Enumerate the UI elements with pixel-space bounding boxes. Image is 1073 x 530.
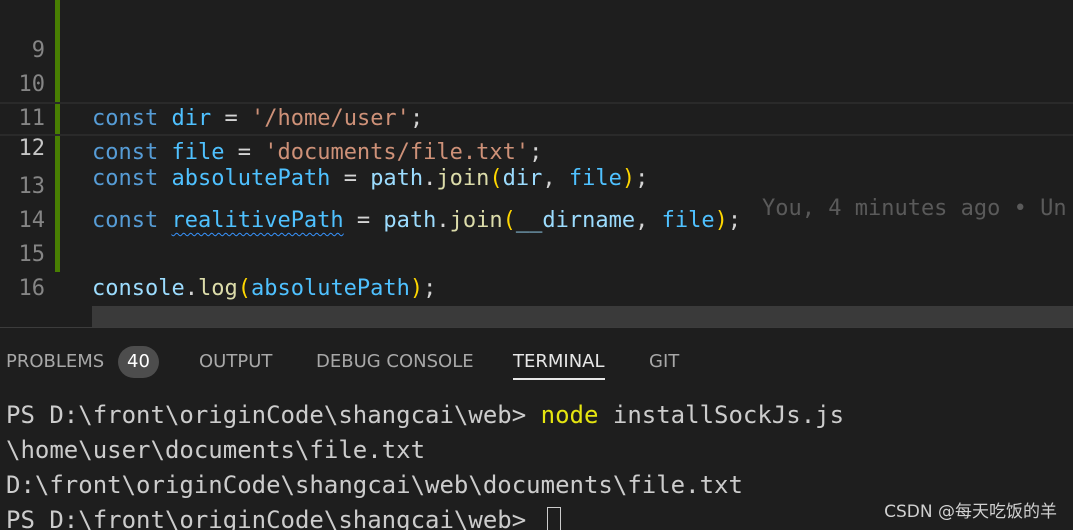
terminal-prompt: PS D:\front\originCode\shangcai\web> — [6, 401, 541, 429]
terminal-line: D:\front\originCode\shangcai\web\documen… — [6, 471, 743, 499]
horizontal-scrollbar[interactable] — [92, 306, 1073, 327]
code-line-13[interactable]: 13 const realitivePath = path.join(__dir… — [0, 136, 1073, 233]
terminal-line: PS D:\front\originCode\shangcai\web> nod… — [6, 398, 844, 433]
terminal-cursor — [546, 507, 561, 530]
code-line-10[interactable]: 10 const dir = '/home/user'; — [0, 34, 1073, 131]
problems-count-badge: 40 — [118, 346, 159, 378]
terminal-output[interactable]: PS D:\front\originCode\shangcai\web> nod… — [6, 398, 844, 530]
code-text: console.log(absolutePath); — [92, 272, 436, 306]
terminal-command: node — [540, 401, 599, 429]
line-number: 16 — [18, 276, 46, 301]
code-line-9[interactable]: 9 — [0, 0, 1073, 63]
terminal-command-args: installSockJs.js — [598, 401, 845, 429]
code-line-16[interactable]: 16 console.log(realitivePath) — [0, 238, 1073, 327]
code-editor[interactable]: 9 10 const dir = '/home/user'; 11 const … — [0, 0, 1073, 327]
token-paren: ) — [409, 276, 424, 301]
tab-git[interactable]: GIT — [649, 346, 679, 378]
tab-output[interactable]: OUTPUT — [199, 346, 272, 378]
terminal-line: \home\user\documents\file.txt — [6, 436, 426, 464]
terminal-line: PS D:\front\originCode\shangcai\web> — [6, 503, 844, 530]
token-object: console — [92, 276, 185, 301]
bottom-panel: PROBLEMS 40 OUTPUT DEBUG CONSOLE TERMINA… — [0, 327, 1073, 530]
tab-debug-console[interactable]: DEBUG CONSOLE — [316, 346, 474, 378]
code-line-12[interactable]: 12 const absolutePath = path.join(dir, f… — [0, 102, 1073, 221]
terminal-prompt: PS D:\front\originCode\shangcai\web> — [6, 506, 541, 530]
code-line-14[interactable]: 14 — [0, 170, 1073, 233]
token-paren: ( — [237, 276, 251, 301]
code-line-11[interactable]: 11 const file = 'documents/file.txt'; — [0, 68, 1073, 165]
token-argument: absolutePath — [250, 276, 410, 301]
tab-problems[interactable]: PROBLEMS — [6, 346, 104, 378]
token-dot: . — [184, 276, 198, 301]
token-semicolon: ; — [423, 276, 437, 301]
panel-tabs: PROBLEMS 40 OUTPUT DEBUG CONSOLE TERMINA… — [0, 328, 1073, 388]
watermark: CSDN @每天吃饭的羊 — [884, 502, 1057, 522]
tab-terminal[interactable]: TERMINAL — [513, 346, 605, 380]
token-function: log — [197, 276, 238, 301]
code-line-15[interactable]: 15 console.log(absolutePath); — [0, 204, 1073, 301]
